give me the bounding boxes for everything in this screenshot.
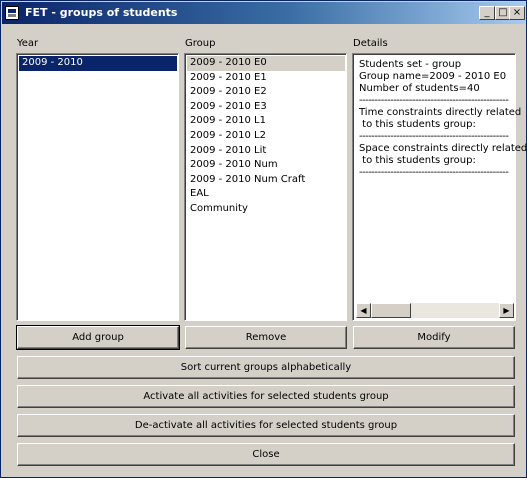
scroll-thumb[interactable] [371, 303, 411, 318]
group-list-item[interactable]: 2009 - 2010 E0 [187, 56, 345, 71]
group-list-item[interactable]: 2009 - 2010 Num [187, 158, 345, 173]
remove-button[interactable]: Remove [185, 326, 347, 349]
details-text: Students set - group Group name=2009 - 20… [359, 59, 527, 179]
details-line: Number of students=40 [359, 83, 480, 94]
group-list-item[interactable]: 2009 - 2010 Lit [187, 144, 345, 159]
fet-app-icon [5, 6, 19, 20]
minimize-icon[interactable]: _ [479, 6, 495, 20]
group-list-item[interactable]: EAL [187, 187, 345, 202]
window-title: FET - groups of students [25, 6, 178, 19]
close-icon[interactable]: × [509, 6, 525, 20]
details-line: Group name=2009 - 2010 E0 [359, 71, 507, 82]
horizontal-scrollbar[interactable]: ◀ ▶ [356, 303, 514, 318]
details-label: Details [353, 38, 388, 49]
details-separator: ----------------------------------------… [359, 95, 509, 106]
details-line: to this students group: [359, 119, 476, 130]
group-list-item[interactable]: 2009 - 2010 L2 [187, 129, 345, 144]
group-list-item[interactable]: Community [187, 202, 345, 217]
group-list-item[interactable]: 2009 - 2010 E2 [187, 85, 345, 100]
details-line: Students set - group [359, 59, 462, 70]
deactivate-activities-button[interactable]: De-activate all activities for selected … [17, 414, 515, 437]
title-bar[interactable]: FET - groups of students _ □ × [2, 2, 525, 24]
scroll-right-icon[interactable]: ▶ [499, 303, 514, 318]
close-button[interactable]: Close [17, 443, 515, 466]
modify-button[interactable]: Modify [353, 326, 515, 349]
details-separator: ----------------------------------------… [359, 167, 509, 178]
details-separator: ----------------------------------------… [359, 131, 509, 142]
group-label: Group [185, 38, 216, 49]
group-list[interactable]: 2009 - 2010 E0 2009 - 2010 E1 2009 - 2010 … [184, 53, 347, 321]
year-list[interactable]: 2009 - 2010 [16, 53, 179, 321]
group-list-item[interactable]: 2009 - 2010 E3 [187, 100, 345, 115]
group-list-item[interactable]: 2009 - 2010 Num Craft [187, 173, 345, 188]
activate-activities-button[interactable]: Activate all activities for selected stu… [17, 385, 515, 408]
year-list-item[interactable]: 2009 - 2010 [19, 56, 177, 71]
details-line: Time constraints directly related [359, 107, 522, 118]
group-list-item[interactable]: 2009 - 2010 E1 [187, 71, 345, 86]
group-list-item[interactable]: 2009 - 2010 L1 [187, 114, 345, 129]
add-group-button[interactable]: Add group [16, 325, 180, 350]
details-line: to this students group: [359, 155, 476, 166]
sort-groups-button[interactable]: Sort current groups alphabetically [17, 356, 515, 379]
details-line: Space constraints directly related [359, 143, 527, 154]
year-label: Year [17, 38, 39, 49]
scroll-left-icon[interactable]: ◀ [356, 303, 371, 318]
fet-groups-window: FET - groups of students _ □ × Year Grou… [0, 0, 527, 478]
details-textbox[interactable]: Students set - group Group name=2009 - 20… [352, 53, 527, 321]
